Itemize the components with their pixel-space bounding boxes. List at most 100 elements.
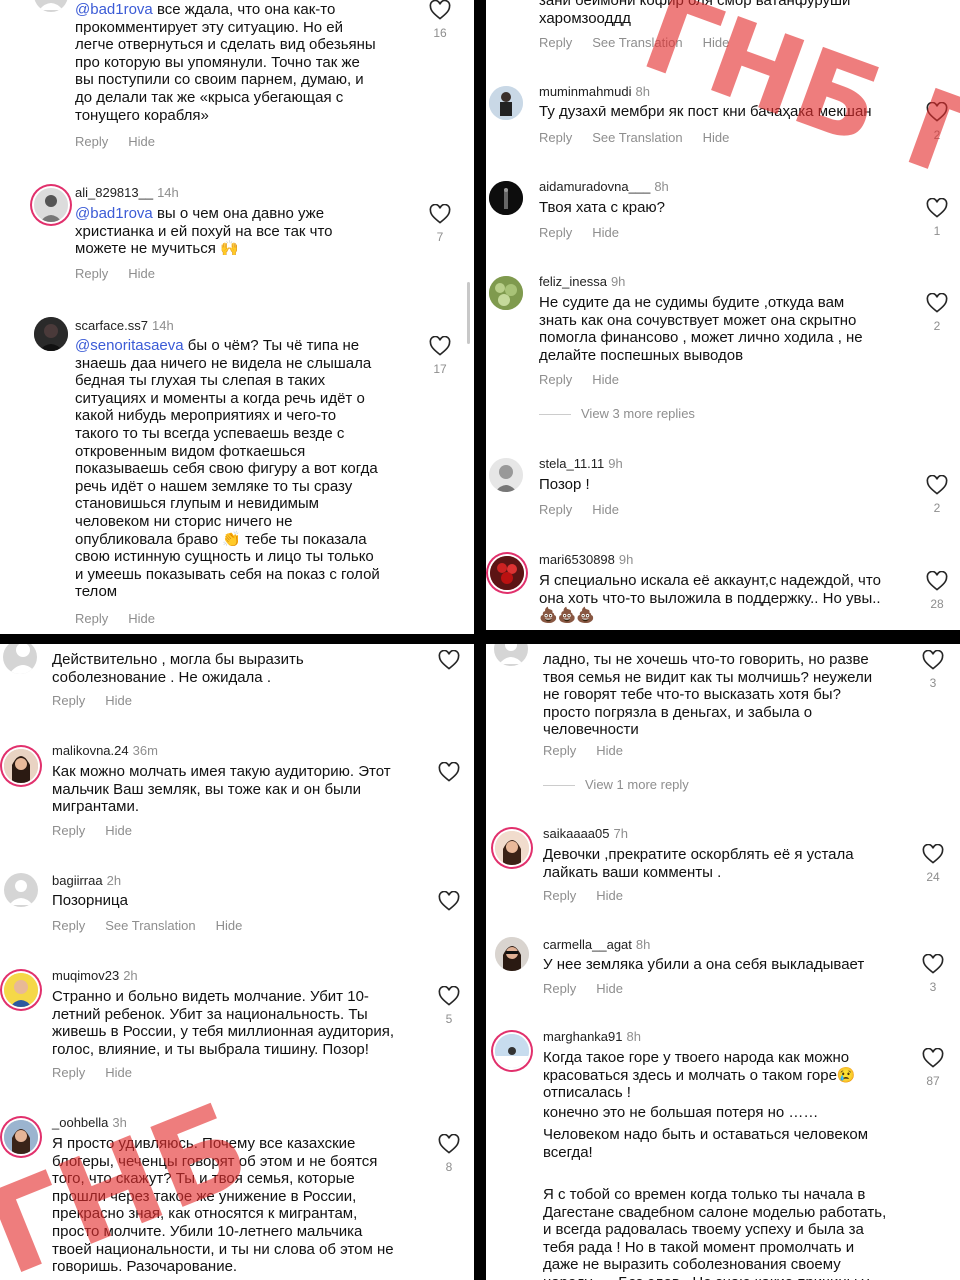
heart-icon[interactable] — [922, 1048, 944, 1068]
avatar[interactable] — [489, 458, 523, 492]
hide-button[interactable]: Hide — [596, 981, 623, 996]
like-control[interactable] — [429, 650, 469, 670]
heart-icon[interactable] — [438, 650, 460, 670]
reply-button[interactable]: Reply — [539, 225, 572, 240]
reply-button[interactable]: Reply — [75, 266, 108, 281]
comment-username[interactable]: _oohbella 3h — [52, 1115, 127, 1130]
comment-username[interactable]: aidamuradovna___ 8h — [539, 179, 669, 194]
like-control[interactable]: 2 — [917, 102, 957, 142]
like-control[interactable]: 2 — [917, 475, 957, 515]
like-control[interactable]: 3 — [913, 954, 953, 994]
like-control[interactable]: 24 — [913, 844, 953, 884]
reply-button[interactable]: Reply — [52, 918, 85, 933]
like-control[interactable]: 1 — [917, 198, 957, 238]
like-control[interactable]: 28 — [917, 571, 957, 611]
like-control[interactable]: 3 — [913, 650, 953, 690]
hide-button[interactable]: Hide — [128, 611, 155, 626]
heart-icon[interactable] — [429, 204, 451, 224]
heart-icon[interactable] — [926, 475, 948, 495]
avatar[interactable] — [489, 181, 523, 215]
reply-button[interactable]: Reply — [543, 888, 576, 903]
heart-icon[interactable] — [926, 571, 948, 591]
mention-link[interactable]: @bad1rova — [75, 1, 153, 18]
heart-icon[interactable] — [438, 891, 460, 911]
scrollbar[interactable] — [467, 282, 470, 344]
hide-button[interactable]: Hide — [592, 502, 619, 517]
hide-button[interactable]: Hide — [105, 693, 132, 708]
hide-button[interactable]: Hide — [105, 823, 132, 838]
hide-button[interactable]: Hide — [592, 372, 619, 387]
see-translation-button[interactable]: See Translation — [592, 35, 682, 50]
like-control[interactable]: 7 — [420, 204, 460, 244]
heart-icon[interactable] — [438, 762, 460, 782]
avatar[interactable] — [3, 644, 37, 674]
comment-username[interactable]: scarface.ss7 14h — [75, 318, 174, 333]
avatar[interactable] — [495, 831, 529, 865]
like-control[interactable]: 16 — [420, 0, 460, 40]
heart-icon[interactable] — [438, 986, 460, 1006]
heart-icon[interactable] — [922, 954, 944, 974]
comment-username[interactable]: muminmahmudi 8h — [539, 84, 650, 99]
reply-button[interactable]: Reply — [75, 134, 108, 149]
mention-link[interactable]: @senoritasaeva — [75, 337, 184, 354]
avatar[interactable] — [489, 86, 523, 120]
reply-button[interactable]: Reply — [539, 35, 572, 50]
comment-username[interactable]: carmella__agat 8h — [543, 937, 650, 952]
reply-button[interactable]: Reply — [543, 981, 576, 996]
comment-username[interactable]: stela_11.11 9h — [539, 456, 623, 471]
hide-button[interactable]: Hide — [703, 35, 730, 50]
avatar[interactable] — [34, 0, 68, 12]
avatar[interactable] — [494, 644, 528, 666]
reply-button[interactable]: Reply — [75, 611, 108, 626]
heart-icon[interactable] — [438, 1134, 460, 1154]
hide-button[interactable]: Hide — [703, 130, 730, 145]
like-control[interactable]: 17 — [420, 336, 460, 376]
see-translation-button[interactable]: See Translation — [592, 130, 682, 145]
hide-button[interactable]: Hide — [592, 225, 619, 240]
comment-username[interactable]: mari6530898 9h — [539, 552, 633, 567]
heart-icon[interactable] — [429, 336, 451, 356]
reply-button[interactable]: Reply — [52, 1065, 85, 1080]
heart-icon[interactable] — [926, 293, 948, 313]
like-control[interactable]: 8 — [429, 1134, 469, 1174]
hide-button[interactable]: Hide — [596, 743, 623, 758]
like-control[interactable]: 5 — [429, 986, 469, 1026]
heart-icon[interactable] — [429, 0, 451, 20]
heart-icon[interactable] — [926, 198, 948, 218]
like-control[interactable]: 87 — [913, 1048, 953, 1088]
comment-username[interactable]: bagiirraa 2h — [52, 873, 121, 888]
avatar[interactable] — [490, 556, 524, 590]
avatar[interactable] — [34, 188, 68, 222]
hide-button[interactable]: Hide — [596, 888, 623, 903]
like-control[interactable]: 2 — [917, 293, 957, 333]
heart-icon[interactable] — [922, 844, 944, 864]
avatar[interactable] — [495, 937, 529, 971]
reply-button[interactable]: Reply — [52, 823, 85, 838]
avatar[interactable] — [4, 1120, 38, 1154]
mention-link[interactable]: @bad1rova — [75, 205, 153, 222]
like-control[interactable] — [429, 891, 469, 911]
heart-icon[interactable] — [926, 102, 948, 122]
avatar[interactable] — [4, 973, 38, 1007]
reply-button[interactable]: Reply — [52, 693, 85, 708]
hide-button[interactable]: Hide — [128, 134, 155, 149]
avatar[interactable] — [34, 317, 68, 351]
comment-username[interactable]: malikovna.24 36m — [52, 743, 158, 758]
see-translation-button[interactable]: See Translation — [105, 918, 195, 933]
reply-button[interactable]: Reply — [539, 502, 572, 517]
hide-button[interactable]: Hide — [105, 1065, 132, 1080]
heart-icon[interactable] — [922, 650, 944, 670]
comment-username[interactable]: feliz_inessa 9h — [539, 274, 625, 289]
comment-username[interactable]: ali_829813__ 14h — [75, 185, 179, 200]
avatar[interactable] — [4, 873, 38, 907]
avatar[interactable] — [489, 276, 523, 310]
reply-button[interactable]: Reply — [539, 130, 572, 145]
avatar[interactable] — [495, 1034, 529, 1068]
reply-button[interactable]: Reply — [543, 743, 576, 758]
comment-username[interactable]: marghanka91 8h — [543, 1029, 641, 1044]
hide-button[interactable]: Hide — [216, 918, 243, 933]
avatar[interactable] — [4, 749, 38, 783]
reply-button[interactable]: Reply — [539, 372, 572, 387]
view-more-replies-button[interactable]: View 3 more replies — [539, 406, 695, 421]
view-more-replies-button[interactable]: View 1 more reply — [543, 777, 689, 792]
